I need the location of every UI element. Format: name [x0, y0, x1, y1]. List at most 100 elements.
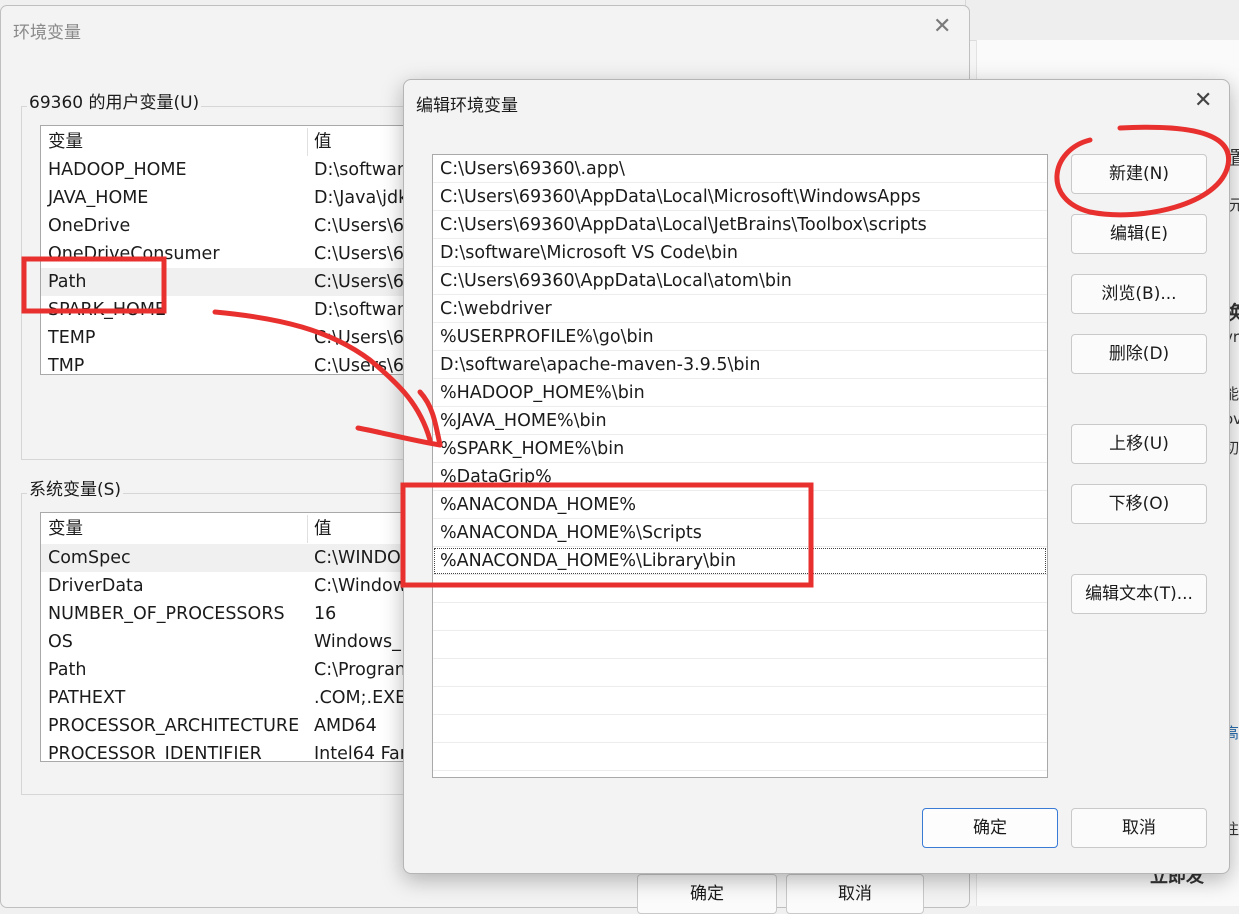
list-item[interactable]: OS Windows_ — [41, 628, 421, 656]
list-item[interactable]: PROCESSOR_ARCHITECTURE AMD64 — [41, 712, 421, 740]
edit-text-button[interactable]: 编辑文本(T)... — [1071, 574, 1207, 614]
cancel-button[interactable]: 取消 — [786, 874, 924, 914]
variable-name: Path — [48, 272, 87, 292]
variable-value: C:\Users\69 — [314, 216, 416, 236]
system-variables-list[interactable]: 变量 值 ComSpec C:\WINDO DriverData C:\Window… — [40, 512, 422, 762]
empty-row[interactable] — [433, 687, 1047, 715]
column-header-variable[interactable]: 变量 — [48, 128, 83, 156]
system-variables-label: 系统变量(S) — [27, 475, 124, 500]
variable-value: C:\Users\69 — [314, 328, 416, 348]
delete-button[interactable]: 删除(D) — [1071, 334, 1207, 374]
variable-name: OneDrive — [48, 216, 131, 236]
variable-name: HADOOP_HOME — [48, 160, 187, 180]
list-item[interactable]: %DataGrip% — [433, 463, 1047, 491]
background-window-titlebar — [966, 0, 1239, 41]
variable-value: D:\Java\jdk — [314, 188, 409, 208]
dialog-title: 环境变量 — [13, 23, 81, 43]
list-item[interactable]: JAVA_HOME D:\Java\jdk — [41, 184, 421, 212]
empty-row[interactable] — [433, 575, 1047, 603]
list-item[interactable]: C:\Users\69360\AppData\Local\JetBrains\T… — [433, 211, 1047, 239]
path-entries-list[interactable]: C:\Users\69360\.app\ C:\Users\69360\AppD… — [432, 154, 1048, 778]
empty-row[interactable] — [433, 743, 1047, 771]
list-item[interactable]: OneDrive C:\Users\69 — [41, 212, 421, 240]
browse-button[interactable]: 浏览(B)... — [1071, 274, 1207, 314]
list-item[interactable]: OneDriveConsumer C:\Users\69 — [41, 240, 421, 268]
list-item[interactable]: %ANACONDA_HOME%\Scripts — [433, 519, 1047, 547]
variable-value: C:\Users\69 — [314, 356, 416, 375]
variable-value: D:\software — [314, 160, 415, 180]
column-header-variable[interactable]: 变量 — [48, 515, 83, 543]
variable-name: TMP — [48, 356, 85, 375]
variable-value: C:\Progran — [314, 660, 406, 680]
variable-value: Windows_ — [314, 632, 401, 652]
list-item[interactable]: DriverData C:\Window — [41, 572, 421, 600]
list-item[interactable]: D:\software\Microsoft VS Code\bin — [433, 239, 1047, 267]
list-item[interactable]: C:\Users\69360\AppData\Local\atom\bin — [433, 267, 1047, 295]
list-item[interactable]: NUMBER_OF_PROCESSORS 16 — [41, 600, 421, 628]
user-variables-label: 69360 的用户变量(U) — [27, 88, 202, 113]
variable-value: D:\software — [314, 300, 415, 320]
list-header: 变量 值 — [41, 515, 421, 543]
variable-name: PROCESSOR_ARCHITECTURE — [48, 716, 300, 736]
list-item[interactable]: C:\Users\69360\.app\ — [433, 155, 1047, 183]
edit-environment-variable-dialog: 编辑环境变量 ✕ C:\Users\69360\.app\ C:\Users\6… — [403, 79, 1230, 874]
list-item[interactable]: TMP C:\Users\69 — [41, 352, 421, 375]
variable-value: AMD64 — [314, 716, 377, 736]
close-icon[interactable]: ✕ — [933, 16, 951, 38]
variable-value: C:\WINDO — [314, 548, 401, 568]
variable-name: PROCESSOR_IDENTIFIER — [48, 744, 262, 762]
variable-name: OS — [48, 632, 73, 652]
list-item[interactable]: HADOOP_HOME D:\software — [41, 156, 421, 184]
variable-name: OneDriveConsumer — [48, 244, 220, 264]
close-icon[interactable]: ✕ — [1194, 90, 1212, 112]
variable-name: DriverData — [48, 576, 144, 596]
empty-row[interactable] — [433, 603, 1047, 631]
list-item[interactable]: D:\software\apache-maven-3.9.5\bin — [433, 351, 1047, 379]
move-up-button[interactable]: 上移(U) — [1071, 424, 1207, 464]
list-item-selected[interactable]: ComSpec C:\WINDO — [41, 544, 421, 572]
list-item[interactable]: %SPARK_HOME%\bin — [433, 435, 1047, 463]
list-header: 变量 值 — [41, 128, 421, 156]
cancel-button[interactable]: 取消 — [1071, 808, 1207, 848]
new-button[interactable]: 新建(N) — [1071, 154, 1207, 194]
edit-button[interactable]: 编辑(E) — [1071, 214, 1207, 254]
move-down-button[interactable]: 下移(O) — [1071, 484, 1207, 524]
list-item[interactable]: SPARK_HOME D:\software — [41, 296, 421, 324]
list-item[interactable]: C:\webdriver — [433, 295, 1047, 323]
list-item[interactable]: %ANACONDA_HOME% — [433, 491, 1047, 519]
list-item-selected[interactable]: %ANACONDA_HOME%\Library\bin — [433, 547, 1047, 575]
variable-value: C:\Users\69 — [314, 272, 416, 292]
list-item[interactable]: PROCESSOR_IDENTIFIER Intel64 Fan — [41, 740, 421, 762]
variable-value: 16 — [314, 604, 337, 624]
list-item-selected[interactable]: Path C:\Users\69 — [41, 268, 421, 296]
variable-name: Path — [48, 660, 87, 680]
list-item[interactable]: C:\Users\69360\AppData\Local\Microsoft\W… — [433, 183, 1047, 211]
ok-button[interactable]: 确定 — [922, 808, 1058, 848]
variable-name: NUMBER_OF_PROCESSORS — [48, 604, 285, 624]
column-header-value[interactable]: 值 — [314, 515, 332, 543]
variable-name: SPARK_HOME — [48, 300, 166, 320]
variable-value: C:\Users\69 — [314, 244, 416, 264]
column-header-value[interactable]: 值 — [314, 128, 332, 156]
list-item[interactable]: %USERPROFILE%\go\bin — [433, 323, 1047, 351]
variable-value: .COM;.EXE — [314, 688, 407, 708]
user-variables-list[interactable]: 变量 值 HADOOP_HOME D:\software JAVA_HOME D:\… — [40, 125, 422, 375]
bg-text-fragment: 元 — [1229, 196, 1239, 214]
empty-row[interactable] — [433, 659, 1047, 687]
variable-value: Intel64 Fan — [314, 744, 411, 762]
bg-text-fragment: 置 — [1229, 147, 1239, 169]
variable-name: TEMP — [48, 328, 96, 348]
list-item[interactable]: %JAVA_HOME%\bin — [433, 407, 1047, 435]
ok-button[interactable]: 确定 — [637, 874, 777, 914]
variable-name: ComSpec — [48, 548, 131, 568]
list-item[interactable]: PATHEXT .COM;.EXE — [41, 684, 421, 712]
variable-name: JAVA_HOME — [48, 188, 149, 208]
variable-value: C:\Window — [314, 576, 408, 596]
empty-row[interactable] — [433, 631, 1047, 659]
dialog-title: 编辑环境变量 — [416, 96, 518, 116]
list-item[interactable]: TEMP C:\Users\69 — [41, 324, 421, 352]
list-item[interactable]: %HADOOP_HOME%\bin — [433, 379, 1047, 407]
variable-name: PATHEXT — [48, 688, 126, 708]
list-item[interactable]: Path C:\Progran — [41, 656, 421, 684]
empty-row[interactable] — [433, 715, 1047, 743]
